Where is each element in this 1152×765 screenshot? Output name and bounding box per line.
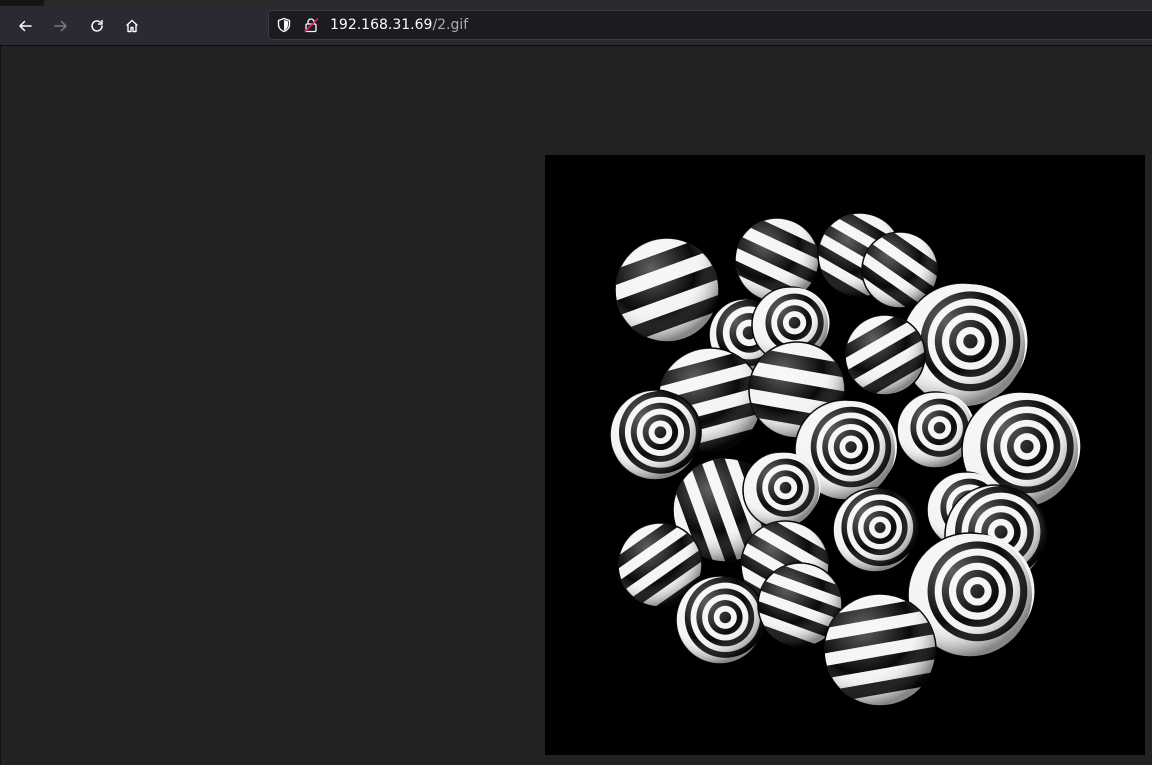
- reload-icon: [91, 19, 103, 32]
- forward-button[interactable]: [47, 12, 75, 40]
- tracking-protection-shield-icon[interactable]: [276, 17, 292, 33]
- striped-spheres-graphic: [601, 204, 1081, 707]
- insecure-lock-icon[interactable]: [303, 17, 319, 33]
- striped-sphere: [609, 389, 702, 481]
- home-icon: [126, 19, 138, 33]
- striped-sphere: [832, 487, 919, 573]
- striped-spheres-image: [545, 155, 1145, 755]
- url-text[interactable]: 192.168.31.69/2.gif: [330, 17, 468, 33]
- navigation-toolbar: 192.168.31.69/2.gif: [0, 6, 1152, 46]
- back-button[interactable]: [11, 12, 39, 40]
- address-bar[interactable]: 192.168.31.69/2.gif: [268, 10, 1152, 40]
- arrow-right-icon: [54, 20, 67, 32]
- home-button[interactable]: [118, 12, 146, 40]
- arrow-left-icon: [19, 20, 32, 32]
- striped-sphere: [742, 451, 821, 529]
- reload-button[interactable]: [83, 12, 111, 40]
- url-host: 192.168.31.69: [330, 17, 433, 33]
- striped-sphere: [675, 575, 766, 665]
- url-path: /2.gif: [432, 17, 469, 33]
